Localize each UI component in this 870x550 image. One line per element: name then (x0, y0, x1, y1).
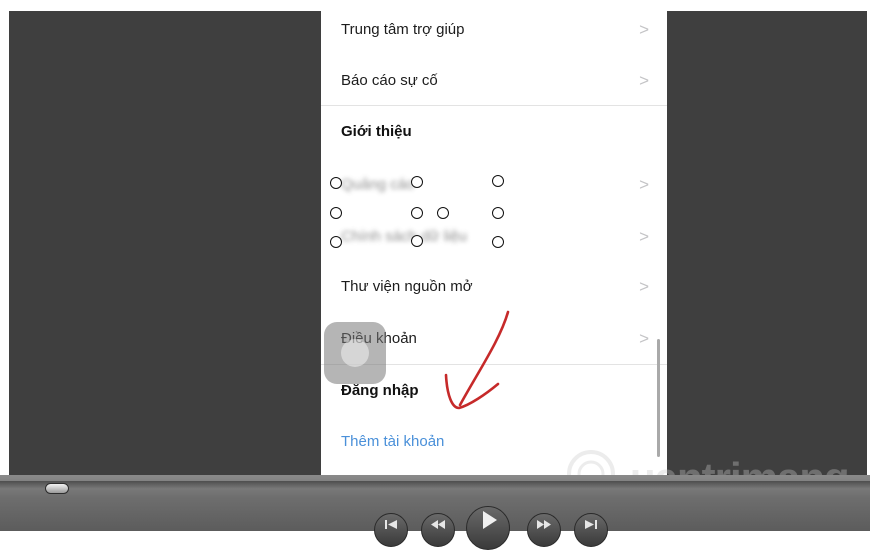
open-source-libraries-item[interactable]: Thư viện nguồn mở > (321, 261, 667, 312)
chevron-right-icon: > (639, 71, 649, 90)
about-section-label: Giới thiệu (341, 123, 412, 140)
play-icon (483, 511, 497, 529)
play-button[interactable] (466, 506, 510, 550)
skip-back-button[interactable] (374, 513, 408, 547)
ads-label: Quảng cáo (341, 176, 415, 193)
chevron-right-icon: > (639, 175, 649, 194)
selection-handle[interactable] (411, 235, 423, 247)
assistive-touch-icon (341, 339, 369, 367)
selection-handle[interactable] (330, 236, 342, 248)
chevron-right-icon: > (639, 277, 649, 296)
help-center-item[interactable]: Trung tâm trợ giúp > (321, 11, 667, 55)
seek-knob[interactable] (45, 483, 69, 494)
add-account-item[interactable]: Thêm tài khoản (321, 416, 667, 467)
skip-back-icon (385, 520, 397, 529)
selection-handle[interactable] (330, 207, 342, 219)
chevron-right-icon: > (639, 227, 649, 246)
chevron-right-icon: > (639, 20, 649, 39)
open-source-libraries-label: Thư viện nguồn mở (341, 278, 473, 295)
seek-track[interactable] (0, 481, 870, 489)
selection-handle[interactable] (330, 177, 342, 189)
scrollbar[interactable] (657, 339, 660, 457)
chevron-right-icon: > (639, 329, 649, 348)
selection-handle[interactable] (411, 207, 423, 219)
skip-forward-button[interactable] (574, 513, 608, 547)
report-problem-item[interactable]: Báo cáo sự cố > (321, 55, 667, 106)
selection-handle[interactable] (411, 176, 423, 188)
skip-forward-icon (585, 520, 597, 529)
rewind-icon (431, 520, 445, 529)
selection-handle[interactable] (492, 236, 504, 248)
about-section-header: Giới thiệu (321, 106, 667, 157)
assistive-touch-button[interactable] (324, 322, 386, 384)
rewind-button[interactable] (421, 513, 455, 547)
selection-handle[interactable] (437, 207, 449, 219)
help-center-label: Trung tâm trợ giúp (341, 21, 465, 38)
selection-handle[interactable] (492, 207, 504, 219)
report-problem-label: Báo cáo sự cố (341, 72, 438, 89)
data-policy-label: Chính sách dữ liệu (341, 228, 467, 245)
fast-forward-icon (537, 520, 551, 529)
selection-handle[interactable] (492, 175, 504, 187)
player-controls (0, 475, 870, 550)
fast-forward-button[interactable] (527, 513, 561, 547)
add-account-label: Thêm tài khoản (341, 433, 445, 450)
